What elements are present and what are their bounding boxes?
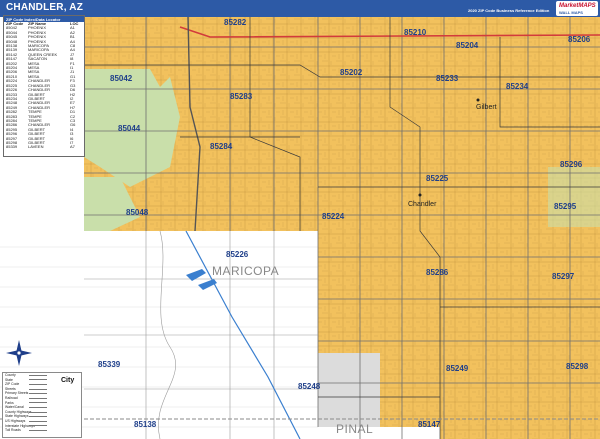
zip-label: 85224 — [322, 212, 345, 221]
zip-index-rows: 85042 PHOENIX A1 85044 PHOENIX A2 85045 PHOENIX… — [4, 25, 84, 150]
zip-label: 85234 — [506, 82, 529, 91]
legend-item-label: Railroad — [5, 395, 18, 400]
legend-item-label: Streets — [5, 386, 16, 391]
zip-label: 85206 — [568, 35, 591, 44]
legend-item-label: Toll Roads — [5, 428, 21, 433]
compass-rose-icon — [6, 340, 32, 366]
zip-label: 85210 — [404, 28, 427, 37]
county-label-maricopa: MARICOPA — [212, 264, 279, 278]
city-label-chandler: Chandler — [408, 201, 437, 208]
publisher-logo: MarketMAPS WALL MAPS — [556, 1, 598, 16]
zip-label: 85282 — [224, 18, 247, 27]
zip-label: 85226 — [226, 250, 249, 259]
legend-item-label: County — [5, 373, 16, 377]
zip-label: 85044 — [118, 124, 141, 133]
legend-swatch — [29, 402, 47, 404]
zip-label: 85249 — [446, 364, 469, 373]
logo-subtext: WALL MAPS — [559, 10, 583, 15]
zip-label: 85042 — [110, 74, 133, 83]
zip-label: 85295 — [554, 202, 577, 211]
legend-item-label: Primary Streets — [5, 391, 29, 396]
zip-label: 85339 — [98, 360, 121, 369]
legend-swatch — [29, 383, 47, 385]
city-dot-chandler — [418, 193, 422, 197]
zip-label: 85147 — [418, 420, 441, 429]
legend-item-label: US Highways — [5, 418, 26, 423]
map-title: CHANDLER, AZ — [6, 2, 84, 13]
legend-swatch — [29, 397, 47, 399]
zip-name-cell: LAVEEN — [28, 144, 44, 150]
zip-index-row: 85339 LAVEEN A7 — [4, 144, 84, 150]
legend-swatch — [29, 388, 47, 390]
zip-loc-cell: A7 — [70, 144, 75, 150]
logo-text: MarketMAPS — [559, 3, 596, 9]
map-legend: County State ZIP Code Streets Primary Street… — [2, 372, 82, 438]
county-label-pinal: PINAL — [336, 422, 373, 436]
legend-item-label: ZIP Code — [5, 382, 20, 387]
legend-item-label: State — [5, 377, 13, 382]
park-east — [548, 167, 600, 227]
legend-swatch — [29, 416, 47, 418]
map-canvas[interactable]: 85282 85210 85204 85206 85042 85202 8523… — [0, 0, 600, 439]
zip-label: 85296 — [560, 160, 583, 169]
zip-index-panel: ZIP Code Index/Data Locator ZIP Code ZIP… — [3, 15, 85, 157]
city-dot-gilbert — [476, 98, 480, 102]
legend-item-label: State Highways — [5, 414, 29, 419]
development-block — [318, 353, 380, 427]
legend-swatch — [29, 429, 47, 431]
legend-swatch — [29, 411, 47, 413]
map-area[interactable]: 85282 85210 85204 85206 85042 85202 8523… — [0, 17, 600, 439]
legend-item-label: County Highways — [5, 409, 32, 414]
zip-label: 85284 — [210, 142, 233, 151]
legend-swatch — [29, 406, 47, 408]
zip-label: 85204 — [456, 41, 479, 50]
zip-label: 85225 — [426, 174, 449, 183]
legend-swatch — [29, 379, 47, 381]
legend-city-label: City — [61, 377, 75, 384]
zip-label: 85297 — [552, 272, 575, 281]
zip-code-cell: 85339 — [6, 144, 18, 150]
legend-swatch — [29, 374, 47, 376]
legend-item: Toll Roads — [3, 428, 81, 433]
legend-swatch — [29, 425, 47, 427]
zip-label: 85298 — [566, 362, 589, 371]
zip-label: 85248 — [298, 382, 321, 391]
legend-item-label: Parks — [5, 400, 14, 405]
zip-label: 85233 — [436, 74, 459, 83]
legend-swatch — [29, 393, 47, 395]
legend-item-label: Water/Canal — [5, 405, 24, 410]
legend-swatch — [29, 420, 47, 422]
city-label-gilbert: Gilbert — [476, 104, 497, 111]
zip-label: 85283 — [230, 92, 253, 101]
zip-label: 85048 — [126, 208, 149, 217]
zip-label: 85286 — [426, 268, 449, 277]
zip-label: 85202 — [340, 68, 363, 77]
zip-label: 85138 — [134, 420, 157, 429]
header-bar: CHANDLER, AZ 2020 ZIP Code Business Refe… — [0, 0, 600, 17]
edition-label: 2020 ZIP Code Business Reference Edition — [468, 8, 550, 13]
